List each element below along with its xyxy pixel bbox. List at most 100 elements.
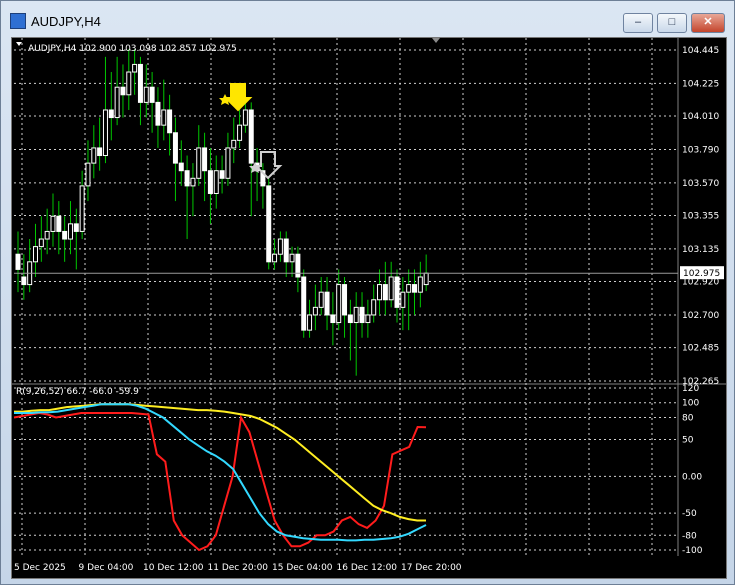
price-tick-label: 104.010 xyxy=(682,112,719,122)
candle-body xyxy=(388,276,394,301)
candle-body xyxy=(102,109,108,157)
candle-body xyxy=(394,276,400,308)
candle-body xyxy=(196,147,202,179)
price-tick-label: 103.135 xyxy=(682,245,719,255)
candle-body xyxy=(79,185,85,232)
candle-body xyxy=(272,253,278,263)
indicator-tick-label: 80 xyxy=(682,413,694,423)
candle-body xyxy=(143,86,149,103)
candle-body xyxy=(330,314,336,324)
candle-body xyxy=(359,306,365,324)
candle-body xyxy=(184,170,190,187)
candle-body xyxy=(400,291,406,308)
candle-body xyxy=(353,306,359,324)
chart-info-line: AUDJPY,H4 102.900 103.098 102.857 102.97… xyxy=(28,44,237,54)
candle-body xyxy=(277,238,283,255)
price-chart-svg[interactable]: 104.445 104.225 104.010 103.790 103.570 103.3… xyxy=(12,38,726,578)
indicator-tick-label: -100 xyxy=(682,546,703,556)
indicator-line-red xyxy=(13,411,427,552)
candle-body xyxy=(161,109,167,126)
candle-body xyxy=(178,162,184,172)
signal-star-icon xyxy=(219,94,231,105)
candle-body xyxy=(382,284,388,301)
price-tick-label: 104.225 xyxy=(682,79,719,89)
candle-body xyxy=(219,170,225,179)
candle-body xyxy=(50,215,56,232)
candle-body xyxy=(167,109,173,134)
candle-body xyxy=(120,86,126,96)
candle-body xyxy=(417,276,423,293)
candle-body xyxy=(231,139,237,149)
indicator-tick-label: 100 xyxy=(682,399,699,409)
current-price-label: 102.975 xyxy=(683,269,720,279)
title-bar[interactable]: AUDJPY,H4 – □ ✕ xyxy=(1,1,734,41)
window-title: AUDJPY,H4 xyxy=(31,14,101,29)
candle-body xyxy=(137,63,143,103)
candle-body xyxy=(73,223,79,232)
chart-menu-icon[interactable] xyxy=(16,42,22,46)
candle-body xyxy=(342,284,348,316)
indicator-tick-label: 0.00 xyxy=(682,472,702,482)
chart-axes: 104.445 104.225 104.010 103.790 103.570 103.3… xyxy=(14,38,724,573)
price-tick-label: 103.355 xyxy=(682,212,719,222)
candle-body xyxy=(318,291,324,308)
candle-body xyxy=(336,284,342,324)
candle-body xyxy=(15,253,21,270)
candle-body xyxy=(324,291,330,316)
candle-body xyxy=(91,147,97,164)
candle-body xyxy=(242,109,248,126)
maximize-button[interactable]: □ xyxy=(657,13,687,33)
chart-area[interactable]: 104.445 104.225 104.010 103.790 103.570 103.3… xyxy=(11,37,727,579)
indicator-tick-label: 120 xyxy=(682,384,699,394)
sell-arrow-icon xyxy=(253,151,283,180)
candle-body xyxy=(347,314,353,324)
candle-body xyxy=(406,284,412,293)
close-button[interactable]: ✕ xyxy=(691,13,725,33)
chart-window: AUDJPY,H4 – □ ✕ 104.445 104.225 104.010 103… xyxy=(0,0,735,585)
price-tick-label: 102.700 xyxy=(682,311,719,321)
candle-body xyxy=(307,314,313,331)
candle-body xyxy=(248,109,254,164)
indicator-tick-label: -80 xyxy=(682,531,697,541)
minimize-button[interactable]: – xyxy=(623,13,653,33)
candle-body xyxy=(155,101,161,126)
indicator-tick-label: 50 xyxy=(682,436,694,446)
candle-body xyxy=(412,284,418,293)
time-tick-label: 10 Dec 12:00 xyxy=(143,563,204,573)
time-tick-label: 9 Dec 04:00 xyxy=(79,563,134,573)
candle-body xyxy=(114,86,120,119)
time-tick-label: 17 Dec 20:00 xyxy=(401,563,462,573)
candle-body xyxy=(32,246,38,263)
time-tick-label: 15 Dec 04:00 xyxy=(272,563,333,573)
sell-arrow-icon xyxy=(223,83,253,112)
time-tick-label: 16 Dec 12:00 xyxy=(337,563,398,573)
price-tick-label: 103.790 xyxy=(682,145,719,155)
candle-body xyxy=(301,276,307,331)
time-tick-label: 11 Dec 20:00 xyxy=(208,563,269,573)
candle-body xyxy=(126,71,132,96)
indicator-line-yellow xyxy=(14,403,426,522)
candle-body xyxy=(371,299,377,316)
candle-body xyxy=(312,306,318,316)
candle-body xyxy=(423,272,429,286)
candle-body xyxy=(225,147,231,179)
candle-body xyxy=(213,170,219,194)
candle-body xyxy=(266,185,272,263)
chart-window-icon xyxy=(10,13,26,29)
candle-body xyxy=(108,109,114,119)
candle-body xyxy=(283,238,289,263)
candle-body xyxy=(97,147,103,157)
candle-body xyxy=(62,230,68,240)
candle-body xyxy=(21,276,27,286)
candle-body xyxy=(85,162,91,187)
price-tick-label: 104.445 xyxy=(682,46,719,56)
candle-body xyxy=(365,314,371,324)
candle-body xyxy=(207,170,213,194)
candle-body xyxy=(190,177,196,187)
candle-body xyxy=(289,253,295,263)
candle-body xyxy=(149,86,155,103)
candle-body xyxy=(202,147,208,172)
indicator-lines xyxy=(13,403,427,552)
chart-shift-marker-icon[interactable] xyxy=(432,38,440,43)
indicator-tick-label: -50 xyxy=(682,509,697,519)
